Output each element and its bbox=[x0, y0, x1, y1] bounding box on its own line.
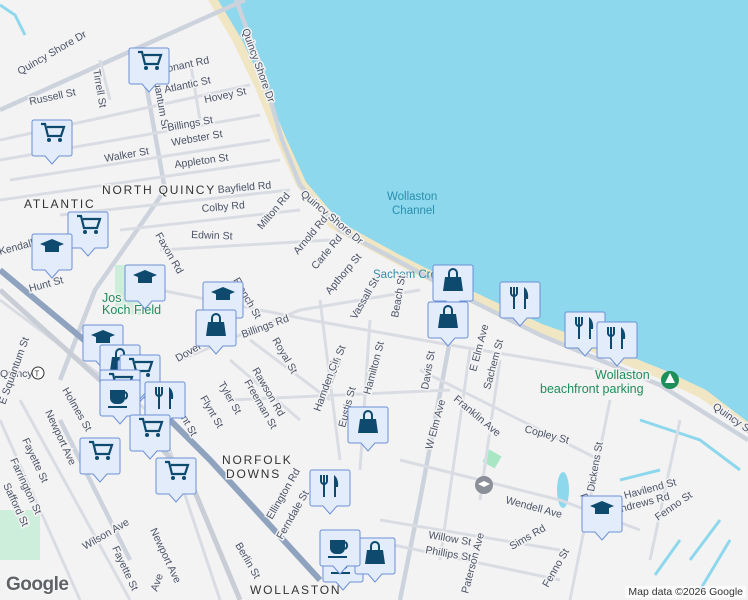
map-root: NORTH QUINCY ATLANTIC NORFOLK DOWNS WOLL… bbox=[0, 0, 748, 600]
area-label: ATLANTIC bbox=[24, 197, 96, 211]
street-label: Hamilton St bbox=[361, 340, 387, 396]
street-label: Hunt St bbox=[28, 274, 65, 295]
water-label: Channel bbox=[392, 205, 435, 217]
bag-marker[interactable] bbox=[347, 406, 389, 452]
restaurant-marker[interactable] bbox=[309, 469, 351, 515]
street-label: Billings Rd bbox=[240, 313, 291, 341]
street-label: W Elm Ave bbox=[423, 398, 448, 451]
school-marker[interactable] bbox=[31, 233, 73, 279]
school-marker[interactable] bbox=[581, 495, 623, 541]
svg-text:T: T bbox=[35, 370, 40, 379]
water-label: Wollaston bbox=[387, 191, 437, 203]
cart-marker[interactable] bbox=[31, 119, 73, 165]
street-label: Colby Rd bbox=[201, 199, 245, 215]
area-label: WOLLASTON bbox=[250, 583, 341, 597]
street-label: Newport Ave bbox=[42, 408, 78, 467]
school-icon-gray[interactable] bbox=[475, 476, 493, 494]
cart-marker[interactable] bbox=[67, 211, 109, 257]
poi-label[interactable]: Wollaston bbox=[594, 367, 652, 384]
area-label: NORTH QUINCY bbox=[102, 183, 216, 197]
street-label: Davis St bbox=[419, 350, 438, 391]
street-label: Royal St bbox=[269, 336, 299, 376]
map-canvas[interactable]: NORTH QUINCY ATLANTIC NORFOLK DOWNS WOLL… bbox=[0, 0, 748, 600]
street-label: Hovey St bbox=[203, 85, 247, 106]
map-attribution[interactable]: Map data ©2026 Google bbox=[625, 586, 746, 598]
poi-label[interactable]: beachfront parking bbox=[539, 381, 646, 398]
google-logo: Google bbox=[6, 574, 69, 595]
street-label: Ave bbox=[149, 572, 166, 593]
poi-label[interactable]: Koch Field bbox=[101, 302, 163, 319]
street-label: onant Rd bbox=[166, 54, 210, 75]
park-icon[interactable] bbox=[661, 371, 679, 389]
street-label: Atlantic St bbox=[163, 74, 212, 96]
street-label: Fenno St bbox=[540, 547, 572, 590]
street-label: Edwin St bbox=[191, 229, 233, 242]
creek-top bbox=[0, 3, 27, 36]
street-label: Copley St bbox=[523, 423, 570, 446]
bag-marker[interactable] bbox=[427, 301, 469, 347]
street-label: Dickens St bbox=[585, 441, 606, 493]
street-label: Tyler St bbox=[215, 380, 243, 417]
street-label: Hamden Cir bbox=[312, 356, 343, 413]
area-label: NORFOLK bbox=[222, 453, 293, 467]
street-label: Flynt St bbox=[197, 394, 225, 431]
street-label: Tirrell St bbox=[90, 68, 109, 108]
street-label: Russell St bbox=[28, 86, 77, 108]
transit-icon[interactable]: T bbox=[31, 366, 45, 380]
street-label: Berlin St bbox=[232, 541, 262, 581]
area-label: DOWNS bbox=[226, 467, 281, 481]
street-label: Quincy Shore Dr bbox=[16, 28, 90, 77]
cart-marker[interactable] bbox=[155, 457, 197, 503]
street-label: Beach St bbox=[389, 274, 408, 318]
